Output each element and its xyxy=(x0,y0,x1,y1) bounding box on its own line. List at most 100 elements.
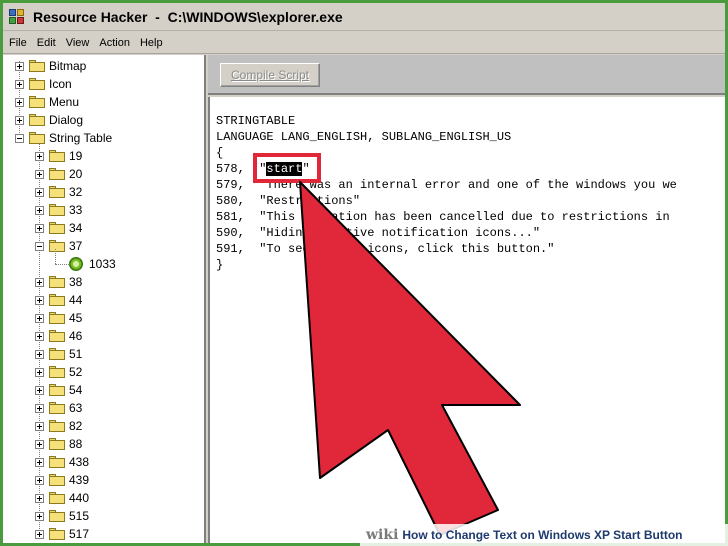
right-panel: Compile Script STRINGTABLE LANGUAGE LANG_… xyxy=(208,55,725,543)
expand-icon[interactable] xyxy=(35,475,44,485)
code-line: LANGUAGE LANG_ENGLISH, SUBLANG_ENGLISH_U… xyxy=(216,130,512,144)
tree-item[interactable]: 517 xyxy=(35,525,89,543)
tree-item[interactable]: 63 xyxy=(35,399,82,417)
expand-icon[interactable] xyxy=(35,367,44,377)
tree-item[interactable]: 32 xyxy=(35,183,82,201)
tree-item-label: 37 xyxy=(69,239,83,253)
expand-icon[interactable] xyxy=(35,187,44,197)
tree-item[interactable]: 46 xyxy=(35,327,82,345)
expand-icon[interactable] xyxy=(35,349,44,359)
tree-item[interactable]: 54 xyxy=(35,381,82,399)
menu-file[interactable]: File xyxy=(9,37,27,49)
folder-icon xyxy=(49,186,65,198)
expand-icon[interactable] xyxy=(15,79,24,89)
expand-icon[interactable] xyxy=(35,529,44,539)
tree-item-label: Menu xyxy=(49,95,80,109)
tree-item[interactable]: 33 xyxy=(35,201,82,219)
tree-item-label: 34 xyxy=(69,221,83,235)
tree-item-label: 515 xyxy=(69,509,90,523)
folder-icon xyxy=(49,150,65,162)
menu-help[interactable]: Help xyxy=(140,37,163,49)
expand-icon[interactable] xyxy=(35,493,44,503)
collapse-icon[interactable] xyxy=(15,133,24,143)
tree-item[interactable]: 37 xyxy=(35,237,82,255)
resource-tree[interactable]: Bitmap Icon Menu Dialog String Table 19 20 32 33… xyxy=(3,55,206,543)
expand-icon[interactable] xyxy=(35,439,44,449)
tree-item-label: 63 xyxy=(69,401,83,415)
tree-item[interactable]: Bitmap xyxy=(15,57,86,75)
tree-item[interactable]: 82 xyxy=(35,417,82,435)
expand-icon[interactable] xyxy=(35,313,44,323)
expand-icon[interactable] xyxy=(15,97,24,107)
expand-icon[interactable] xyxy=(35,403,44,413)
wiki-logo: wiki xyxy=(366,527,399,543)
menu-action[interactable]: Action xyxy=(99,37,130,49)
folder-icon xyxy=(49,528,65,540)
expand-icon[interactable] xyxy=(35,205,44,215)
tree-item[interactable]: String Table xyxy=(15,129,112,147)
tree-item[interactable]: 88 xyxy=(35,435,82,453)
expand-icon[interactable] xyxy=(35,421,44,431)
folder-icon xyxy=(49,438,65,450)
toolbar: Compile Script xyxy=(208,55,725,95)
tree-item[interactable]: 515 xyxy=(35,507,89,525)
tree-item[interactable]: 1033 xyxy=(69,255,118,273)
expand-icon[interactable] xyxy=(35,223,44,233)
tree-item-label: String Table xyxy=(49,131,113,145)
titlebar: Resource Hacker - C:\WINDOWS\explorer.ex… xyxy=(3,3,725,31)
expand-icon[interactable] xyxy=(15,61,24,71)
expand-icon[interactable] xyxy=(35,457,44,467)
tree-item[interactable]: 52 xyxy=(35,363,82,381)
tree-item[interactable]: 438 xyxy=(35,453,89,471)
expand-icon[interactable] xyxy=(35,331,44,341)
collapse-icon[interactable] xyxy=(35,241,44,251)
tree-item-label: 19 xyxy=(69,149,83,163)
expand-icon[interactable] xyxy=(35,295,44,305)
tree-item-label: 517 xyxy=(69,527,90,541)
menu-view[interactable]: View xyxy=(66,37,90,49)
code-line: 580, "Restrictions" xyxy=(216,194,361,208)
tree-item[interactable]: 440 xyxy=(35,489,89,507)
menu-edit[interactable]: Edit xyxy=(37,37,56,49)
tree-item-label: 44 xyxy=(69,293,83,307)
tree-item[interactable]: 19 xyxy=(35,147,82,165)
tree-item[interactable]: Dialog xyxy=(15,111,83,129)
code-line: } xyxy=(216,258,224,272)
tree-item-label: 88 xyxy=(69,437,83,451)
tree-item[interactable]: 38 xyxy=(35,273,82,291)
code-line: { xyxy=(216,146,224,160)
folder-icon xyxy=(49,240,65,252)
tree-item-label: 440 xyxy=(69,491,90,505)
tree-item[interactable]: 44 xyxy=(35,291,82,309)
tree-item-label: 1033 xyxy=(89,257,116,271)
expand-icon[interactable] xyxy=(35,385,44,395)
tree-item-label: Dialog xyxy=(49,113,84,127)
folder-icon xyxy=(49,294,65,306)
code-line: 590, "Hiding inactive notification icons… xyxy=(216,226,541,240)
expand-icon[interactable] xyxy=(35,277,44,287)
expand-icon[interactable] xyxy=(15,115,24,125)
tree-item[interactable]: 439 xyxy=(35,471,89,489)
tree-item[interactable]: 20 xyxy=(35,165,82,183)
tree-item[interactable]: 45 xyxy=(35,309,82,327)
tree-item[interactable]: 34 xyxy=(35,219,82,237)
tree-item[interactable]: 51 xyxy=(35,345,82,363)
folder-icon xyxy=(49,384,65,396)
expand-icon[interactable] xyxy=(35,511,44,521)
compile-script-button[interactable]: Compile Script xyxy=(220,63,320,87)
folder-icon xyxy=(49,348,65,360)
tree-item-label: 51 xyxy=(69,347,83,361)
folder-icon xyxy=(49,510,65,522)
app-window: Resource Hacker - C:\WINDOWS\explorer.ex… xyxy=(3,3,725,543)
code-line: STRINGTABLE xyxy=(216,114,296,128)
tree-item[interactable]: Menu xyxy=(15,93,79,111)
folder-icon xyxy=(49,492,65,504)
expand-icon[interactable] xyxy=(35,151,44,161)
tree-item-label: 45 xyxy=(69,311,83,325)
tree-item-label: 32 xyxy=(69,185,83,199)
expand-icon[interactable] xyxy=(35,169,44,179)
folder-icon xyxy=(49,168,65,180)
code-line: 581, "This operation has been cancelled … xyxy=(216,210,670,224)
tree-item-label: 46 xyxy=(69,329,83,343)
tree-item[interactable]: Icon xyxy=(15,75,72,93)
